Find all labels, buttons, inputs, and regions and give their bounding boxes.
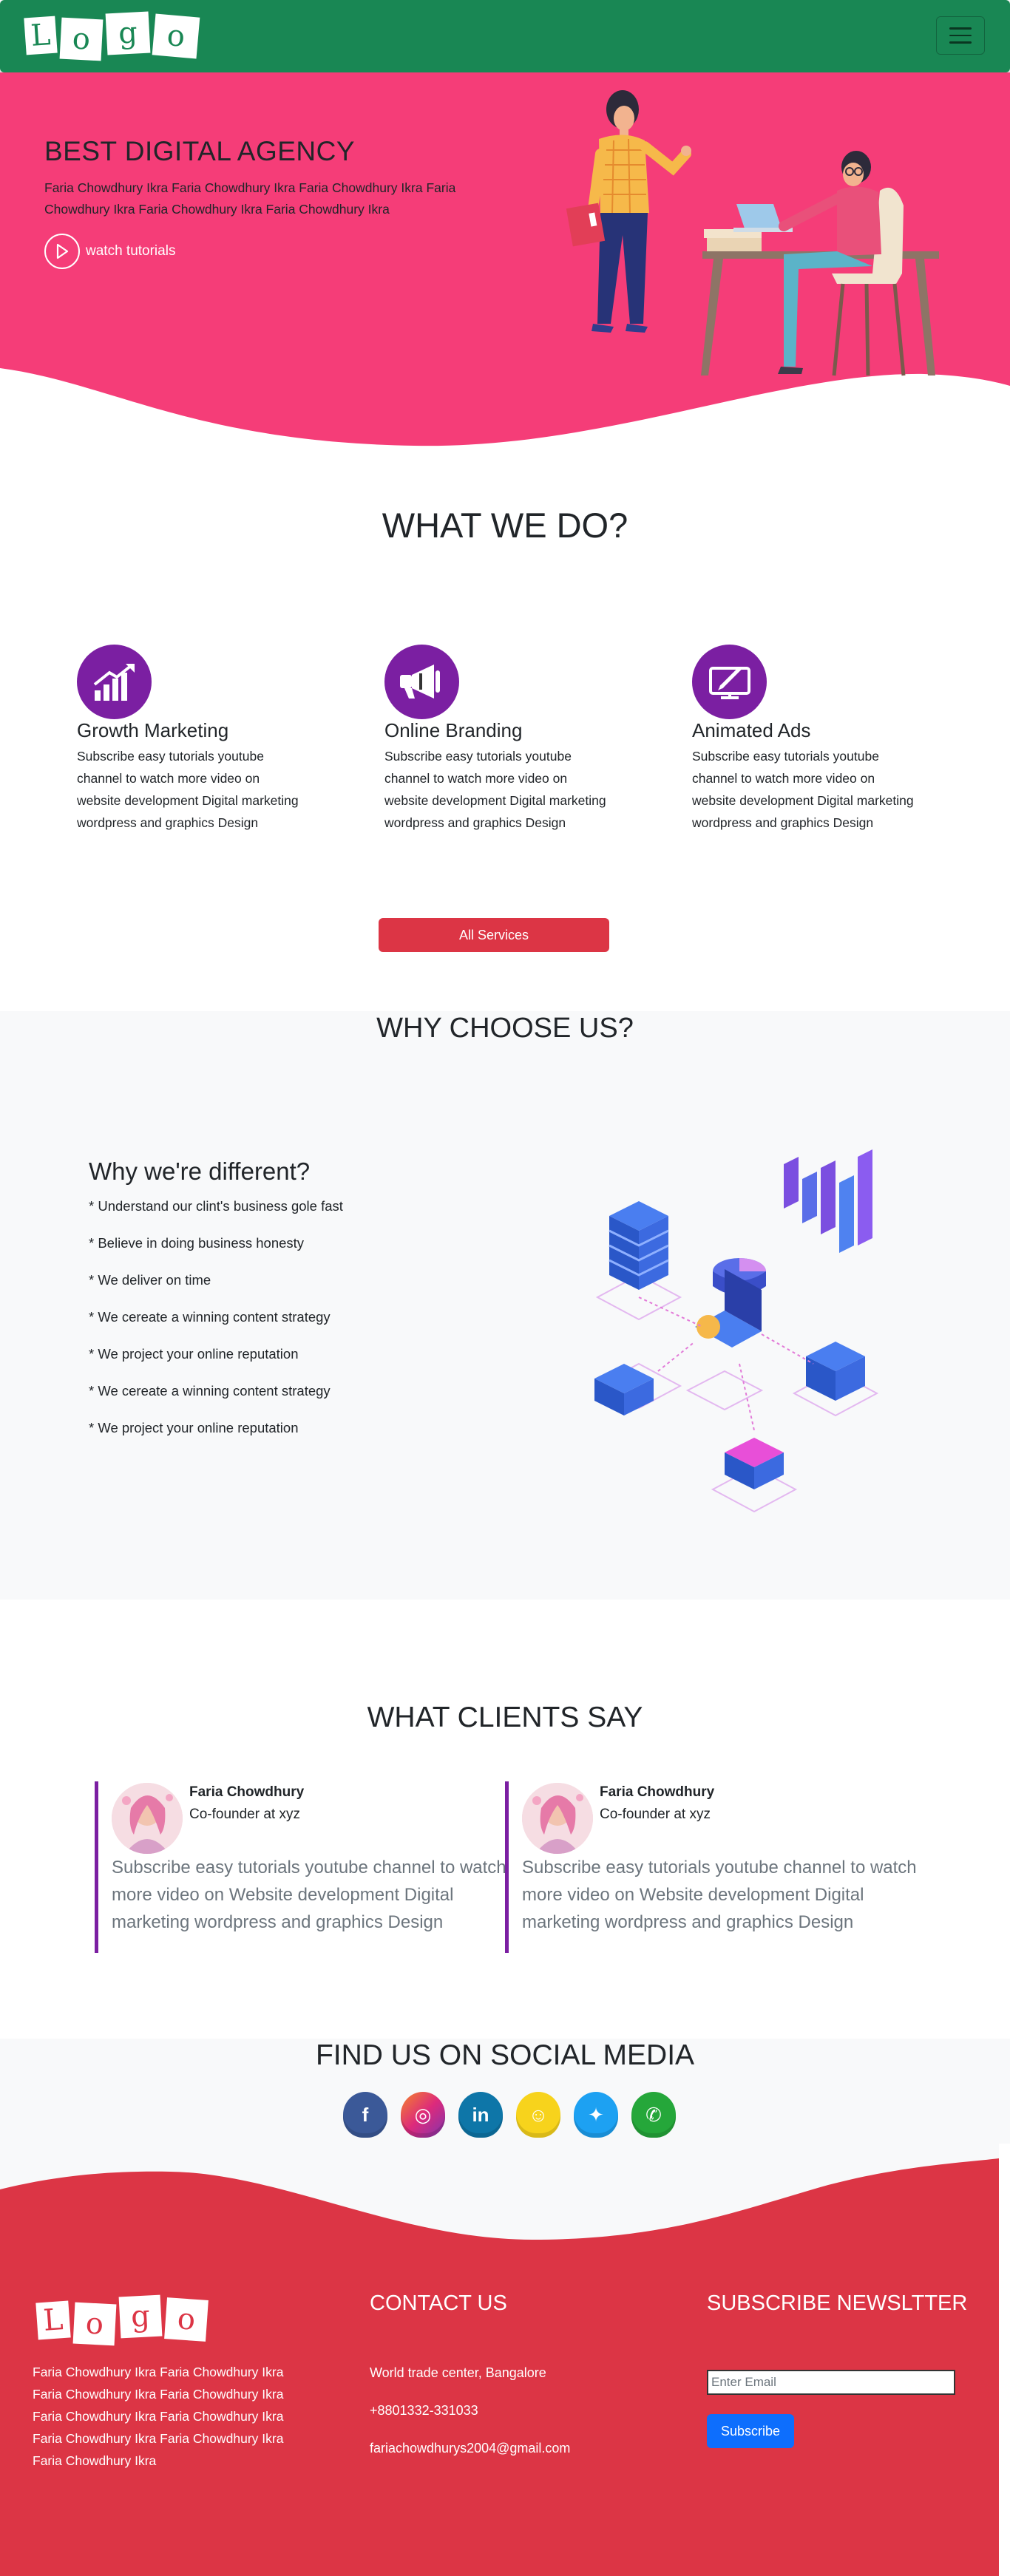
- list-item: * Understand our clint's business gole f…: [89, 1198, 343, 1214]
- list-item: * We project your online reputation: [89, 1420, 299, 1435]
- linkedin-icon[interactable]: in: [458, 2092, 503, 2138]
- testimonial-card: Faria Chowdhury Co-founder at xyz Subscr…: [505, 1781, 917, 1953]
- client-name: Faria Chowdhury: [189, 1784, 305, 1800]
- client-name: Faria Chowdhury: [600, 1784, 715, 1800]
- all-services-button[interactable]: All Services: [379, 918, 609, 952]
- logo-letter: g: [105, 11, 151, 55]
- subscribe-button[interactable]: Subscribe: [707, 2414, 794, 2448]
- social-title: FIND US ON SOCIAL MEDIA: [315, 2039, 695, 2071]
- list-item: * Believe in doing business honesty: [89, 1235, 305, 1251]
- client-quote: Subscribe easy tutorials youtube channel…: [112, 1858, 506, 1932]
- contact-address: World trade center, Bangalore: [370, 2365, 546, 2380]
- hamburger-icon-line: [949, 41, 972, 44]
- service-text: Subscribe easy tutorials youtube channel…: [77, 749, 299, 830]
- subscribe-title: SUBSCRIBE NEWSLTTER: [707, 2291, 968, 2315]
- hero-section: BEST DIGITAL AGENCY Faria Chowdhury Ikra…: [0, 72, 1010, 457]
- service-card-ads: Animated Ads Subscribe easy tutorials yo…: [692, 645, 914, 834]
- facebook-icon[interactable]: f: [343, 2092, 387, 2138]
- testimonial-card: Faria Chowdhury Co-founder at xyz Subscr…: [95, 1781, 506, 1953]
- brand-logo[interactable]: L o g o: [24, 11, 200, 61]
- service-card-branding: Online Branding Subscribe easy tutorials…: [384, 645, 606, 834]
- why-choose-title: WHY CHOOSE US?: [376, 1013, 634, 1044]
- contact-title: CONTACT US: [370, 2291, 507, 2315]
- monitor-edit-icon: [692, 645, 767, 719]
- list-item: * We project your online reputation: [89, 1346, 299, 1362]
- growth-chart-icon: [77, 645, 152, 719]
- footer-about-text: Faria Chowdhury Ikra Faria Chowdhury Ikr…: [33, 2365, 284, 2468]
- client-role: Co-founder at xyz: [189, 1807, 300, 1822]
- contact-email: fariachowdhurys2004@gmail.com: [370, 2441, 571, 2456]
- avatar: [522, 1783, 593, 1854]
- instagram-icon[interactable]: ◎: [401, 2092, 445, 2138]
- why-points-list: * Understand our clint's business gole f…: [89, 1196, 343, 1455]
- logo-letter: L: [24, 16, 58, 55]
- service-text: Subscribe easy tutorials youtube channel…: [692, 749, 914, 830]
- client-role: Co-founder at xyz: [600, 1807, 711, 1822]
- logo-letter: o: [59, 17, 104, 61]
- logo-letter: o: [164, 2297, 209, 2342]
- email-field[interactable]: [707, 2370, 955, 2395]
- twitter-icon[interactable]: ✦: [574, 2092, 618, 2138]
- snapchat-icon[interactable]: ☺: [516, 2092, 560, 2138]
- clients-title: WHAT CLIENTS SAY: [367, 1702, 643, 1733]
- social-icons-row: f ◎ in ☺ ✦ ✆: [343, 2092, 676, 2138]
- logo-letter: g: [118, 2294, 163, 2339]
- list-item: * We cereate a winning content strategy: [89, 1383, 331, 1399]
- isometric-data-illustration: [594, 1149, 879, 1513]
- hero-description: Faria Chowdhury Ikra Faria Chowdhury Ikr…: [44, 180, 456, 217]
- footer-logo[interactable]: L o g o: [35, 2294, 209, 2346]
- megaphone-icon: [384, 645, 459, 719]
- service-title: Animated Ads: [692, 719, 811, 741]
- avatar: [112, 1783, 183, 1854]
- navbar-toggler-button[interactable]: [936, 16, 985, 55]
- service-title: Growth Marketing: [77, 719, 229, 741]
- footer: [0, 2144, 999, 2576]
- what-we-do-title: WHAT WE DO?: [382, 506, 628, 545]
- footer-top-wave: [0, 2144, 999, 2240]
- hero-title: BEST DIGITAL AGENCY: [44, 136, 356, 166]
- watch-tutorials-link[interactable]: watch tutorials: [44, 234, 175, 269]
- service-card-growth: Growth Marketing Subscribe easy tutorial…: [77, 645, 299, 834]
- whatsapp-icon[interactable]: ✆: [631, 2092, 676, 2138]
- contact-phone: +8801332-331033: [370, 2403, 478, 2418]
- hero-illustration: [566, 90, 939, 376]
- hamburger-icon-line: [949, 34, 972, 37]
- watch-tutorials-label: watch tutorials: [86, 243, 176, 259]
- list-item: * We deliver on time: [89, 1272, 211, 1288]
- play-icon: [44, 234, 80, 269]
- logo-letter: L: [35, 2300, 71, 2340]
- hamburger-icon: [949, 27, 972, 30]
- service-text: Subscribe easy tutorials youtube channel…: [384, 749, 606, 830]
- navbar: L o g o: [0, 0, 1010, 72]
- logo-letter: o: [72, 2302, 117, 2346]
- list-item: * We cereate a winning content strategy: [89, 1309, 331, 1325]
- why-different-subtitle: Why we're different?: [89, 1158, 311, 1185]
- service-title: Online Branding: [384, 719, 523, 741]
- logo-letter: o: [152, 13, 200, 59]
- client-quote: Subscribe easy tutorials youtube channel…: [522, 1858, 917, 1932]
